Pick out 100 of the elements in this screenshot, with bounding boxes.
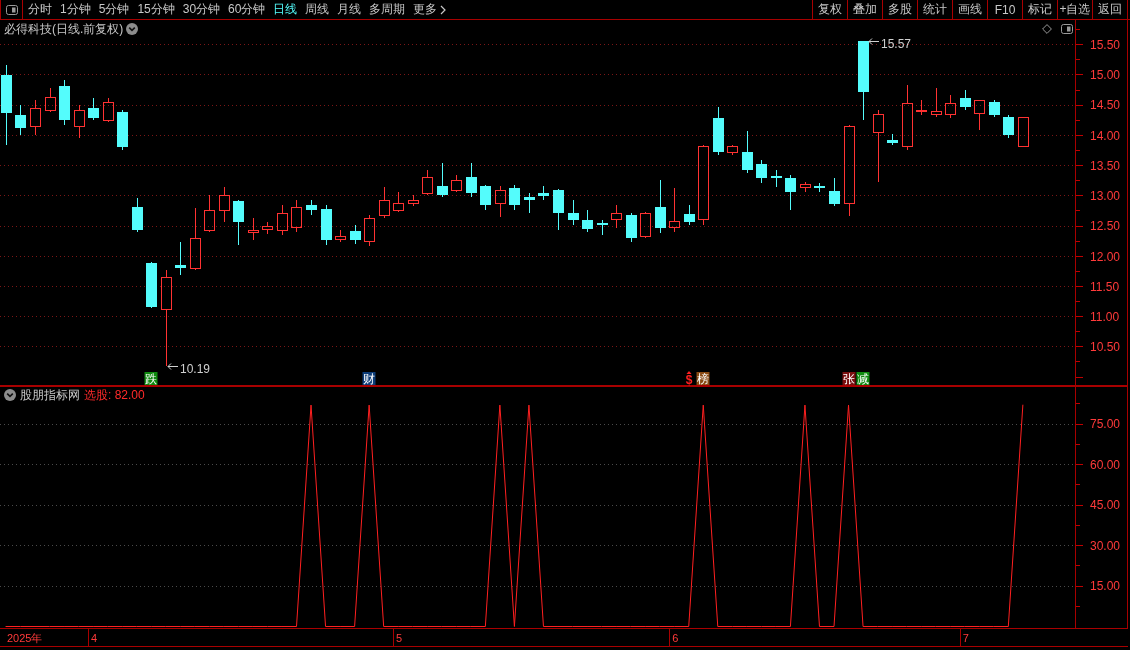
- chevron-down-icon[interactable]: [4, 389, 16, 401]
- candlestick: [538, 185, 549, 201]
- period-tab[interactable]: 多周期: [365, 0, 410, 19]
- date-axis-label: 6: [672, 631, 679, 644]
- candlestick: [902, 84, 913, 151]
- candlestick: [945, 94, 956, 119]
- period-tab[interactable]: 分时: [24, 0, 56, 19]
- candlestick: [466, 162, 477, 198]
- candlestick: [204, 194, 215, 233]
- toolbar-button[interactable]: +自选: [1057, 0, 1092, 19]
- more-menu-button[interactable]: 更多: [409, 0, 451, 19]
- price-axis-label: 13.00: [1090, 189, 1121, 204]
- price-axis-label: 12.00: [1090, 249, 1121, 264]
- price-axis-label: 15.00: [1090, 68, 1121, 83]
- candlestick: [655, 179, 666, 234]
- candlestick: [277, 204, 288, 236]
- candlestick: [597, 219, 608, 236]
- candlestick: [74, 104, 85, 139]
- candlestick: [887, 133, 898, 146]
- candlestick: [916, 99, 927, 116]
- price-marker-label: 10.19: [180, 361, 211, 376]
- price-marker-label: 15.57: [881, 36, 912, 51]
- period-tab[interactable]: 1分钟: [56, 0, 95, 19]
- candlestick: [103, 97, 114, 123]
- candlestick: [800, 181, 811, 193]
- date-axis-label: 5: [396, 631, 403, 644]
- toolbar-button[interactable]: 统计: [917, 0, 952, 19]
- candlestick: [568, 199, 579, 226]
- pointer-arrow: [167, 363, 179, 370]
- chart-title: 必得科技(日线.前复权): [4, 20, 124, 38]
- period-tab[interactable]: 5分钟: [94, 0, 134, 19]
- candlestick: [756, 159, 767, 184]
- candlestick: [989, 99, 1000, 118]
- date-axis-label: 4: [91, 631, 98, 644]
- period-tab[interactable]: 30分钟: [178, 0, 225, 19]
- event-badge[interactable]: 榜: [696, 371, 710, 386]
- candlestick: [611, 204, 622, 229]
- candlestick: [829, 177, 840, 207]
- candlestick: [335, 229, 346, 243]
- candlestick: [684, 204, 695, 226]
- price-axis-label: 14.00: [1090, 128, 1121, 143]
- candlestick: [408, 194, 419, 207]
- period-tab[interactable]: 日线: [269, 0, 302, 19]
- candlestick: [306, 199, 317, 216]
- toolbar-button[interactable]: 多股: [882, 0, 917, 19]
- candlestick: [15, 104, 26, 136]
- period-tab[interactable]: 60分钟: [224, 0, 270, 19]
- candlestick: [1018, 117, 1029, 148]
- price-axis-label: 10.50: [1090, 340, 1121, 355]
- diamond-icon[interactable]: [1042, 24, 1052, 34]
- candlestick: [88, 97, 99, 121]
- chevron-right-icon: [440, 4, 447, 15]
- panel-icon[interactable]: [1061, 24, 1073, 34]
- candlestick: [480, 184, 491, 211]
- candlestick: [509, 184, 520, 211]
- candlestick: [190, 207, 201, 271]
- pointer-arrow: [868, 38, 880, 45]
- candlestick: [451, 174, 462, 193]
- panel-icon[interactable]: [5, 4, 18, 15]
- indicator-axis-label: 45.00: [1090, 498, 1121, 513]
- candlestick: [742, 130, 753, 174]
- indicator-name: 股朋指标网: [20, 386, 80, 404]
- panel-toggle-button[interactable]: [0, 0, 23, 19]
- candlestick: [727, 144, 738, 156]
- period-tab[interactable]: 15分钟: [133, 0, 179, 19]
- event-badge[interactable]: 财: [362, 371, 376, 386]
- candlestick: [524, 192, 535, 214]
- indicator-axis-label: 15.00: [1090, 579, 1121, 594]
- candlestick: [771, 169, 782, 188]
- candlestick: [379, 186, 390, 219]
- toolbar-button[interactable]: 返回: [1092, 0, 1127, 19]
- event-badge[interactable]: 张: [842, 371, 856, 386]
- candlestick: [59, 79, 70, 126]
- event-badge[interactable]: 减: [856, 371, 870, 386]
- candlestick: [45, 87, 56, 113]
- candlestick: [422, 169, 433, 196]
- event-badge[interactable]: 跌: [144, 371, 158, 386]
- toolbar-button[interactable]: 叠加: [847, 0, 882, 19]
- toolbar-button[interactable]: 标记: [1022, 0, 1057, 19]
- candlestick: [132, 197, 143, 233]
- price-axis-label: 14.50: [1090, 98, 1121, 113]
- date-axis-label: 7: [962, 631, 969, 644]
- indicator-axis-label: 75.00: [1090, 417, 1121, 432]
- toolbar-button[interactable]: 复权: [812, 0, 847, 19]
- candlestick: [582, 209, 593, 233]
- candlestick: [321, 204, 332, 246]
- period-tab[interactable]: 周线: [301, 0, 334, 19]
- price-axis-label: 11.00: [1090, 309, 1120, 324]
- toolbar-button[interactable]: F10: [987, 0, 1022, 19]
- candlestick: [262, 221, 273, 235]
- chevron-down-icon[interactable]: [126, 23, 139, 35]
- period-tab[interactable]: 月线: [333, 0, 366, 19]
- candlestick: [233, 199, 244, 246]
- indicator-reading: 选股: 82.00: [84, 386, 145, 404]
- candlestick: [974, 99, 985, 131]
- toolbar-button[interactable]: 画线: [952, 0, 987, 19]
- candlestick: [931, 87, 942, 118]
- candlestick: [175, 241, 186, 276]
- candlestick: [393, 191, 404, 213]
- indicator-axis-label: 60.00: [1090, 457, 1121, 472]
